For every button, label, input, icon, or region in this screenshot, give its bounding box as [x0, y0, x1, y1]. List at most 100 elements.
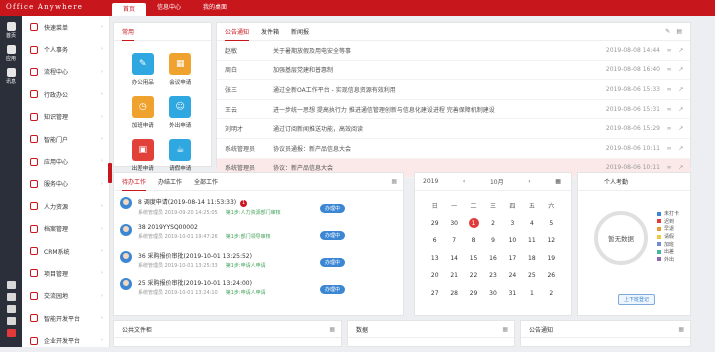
- rail-home[interactable]: 首页: [0, 22, 22, 39]
- calendar-day[interactable]: 5: [542, 215, 561, 233]
- calendar-day[interactable]: 25: [522, 267, 541, 285]
- calendar-day[interactable]: 22: [464, 267, 483, 285]
- more-icon[interactable]: ▤: [676, 28, 682, 35]
- sidebar-item-project[interactable]: 项目管理 ›: [22, 262, 109, 284]
- calendar-day[interactable]: 31: [503, 285, 522, 303]
- tab-all[interactable]: 全部工作: [194, 177, 218, 186]
- status-button[interactable]: 办理中: [319, 231, 345, 240]
- calendar-day[interactable]: 13: [425, 250, 444, 268]
- calendar-day[interactable]: 6: [425, 232, 444, 250]
- link-icon[interactable]: ∞: [667, 145, 672, 152]
- calendar-day[interactable]: 15: [464, 250, 483, 268]
- app-trip[interactable]: ▣ 出差申请: [124, 139, 162, 172]
- table-row[interactable]: 36 采购报价审批(2019-10-01 13:25:52) 系统管理员 2019…: [114, 245, 403, 272]
- sidebar-item-archive[interactable]: 档案管理 ›: [22, 218, 109, 240]
- table-row[interactable]: 38 2019YYSQ00002 系统管理员 2019-10-01 19:47:2…: [114, 218, 403, 245]
- app-office-supplies[interactable]: ✎ 办公用品: [124, 53, 162, 86]
- sidebar-item-enterprise-platform[interactable]: 企业开发平台 ›: [22, 329, 109, 351]
- grid-menu-icon[interactable]: ▦: [391, 178, 397, 185]
- link-icon[interactable]: ∞: [667, 125, 672, 132]
- file-icon[interactable]: [6, 293, 16, 301]
- app-out[interactable]: ☺ 外出申请: [162, 96, 200, 129]
- status-button[interactable]: 办理中: [319, 258, 345, 267]
- sidebar-item-apps[interactable]: 应用中心 ›: [22, 150, 109, 172]
- tab-todo[interactable]: 待办工作: [122, 177, 147, 191]
- app-leave[interactable]: ☕ 请假申请: [162, 139, 200, 172]
- calendar-day[interactable]: 14: [444, 250, 463, 268]
- sidebar-item-service[interactable]: 服务中心 ›: [22, 173, 109, 195]
- calendar-day[interactable]: 29: [464, 285, 483, 303]
- calendar-day[interactable]: 20: [425, 267, 444, 285]
- grid-menu-icon[interactable]: ▦: [502, 326, 508, 333]
- grid-menu-icon[interactable]: ▦: [678, 326, 684, 333]
- exit-icon[interactable]: [6, 329, 16, 337]
- status-button[interactable]: 办理中: [319, 204, 345, 213]
- sidebar-item-knowledge[interactable]: 知识管理 ›: [22, 106, 109, 128]
- sidebar-item-workflow[interactable]: 流程中心 ›: [22, 61, 109, 83]
- calendar-day[interactable]: 23: [483, 267, 502, 285]
- link-icon[interactable]: ∞: [667, 47, 672, 54]
- open-icon[interactable]: ↗: [678, 125, 683, 132]
- open-icon[interactable]: ↗: [678, 106, 683, 113]
- open-icon[interactable]: ↗: [678, 47, 683, 54]
- link-icon[interactable]: ∞: [667, 66, 672, 73]
- calendar-day[interactable]: 17: [503, 250, 522, 268]
- calendar-day[interactable]: 4: [522, 215, 541, 233]
- calendar-day[interactable]: 21: [444, 267, 463, 285]
- sidebar-item-hr[interactable]: 人力资源 ›: [22, 195, 109, 217]
- calendar-day[interactable]: 8: [464, 232, 483, 250]
- list-item[interactable]: 系统管理员 协议员通报：新产品信息大会 2019-08-06 10:11 ∞ ↗: [217, 139, 690, 159]
- calendar-day[interactable]: 2: [483, 215, 502, 233]
- sidebar-item-personal[interactable]: 个人事务 ›: [22, 38, 109, 60]
- list-item[interactable]: 赵敏 关于暑期放假及用电安全等事 2019-08-08 14:44 ∞ ↗: [217, 41, 690, 61]
- link-icon[interactable]: ∞: [667, 86, 672, 93]
- sidebar-item-admin[interactable]: 行政办公 ›: [22, 83, 109, 105]
- list-item[interactable]: 王云 进一步统一思想 提高执行力 推进通信管理创新与信息化建设进程 完善保障机制建…: [217, 100, 690, 120]
- rail-apps[interactable]: 应用: [0, 45, 22, 62]
- prev-month-button[interactable]: ‹: [463, 178, 465, 185]
- calendar-day[interactable]: 26: [542, 267, 561, 285]
- calendar-day[interactable]: 29: [425, 215, 444, 233]
- rail-messages[interactable]: 讯息: [0, 68, 22, 85]
- link-icon[interactable]: ∞: [667, 106, 672, 113]
- sidebar-item-forum[interactable]: 交流园地 ›: [22, 285, 109, 307]
- calendar-day[interactable]: 12: [542, 232, 561, 250]
- calendar-day[interactable]: 16: [483, 250, 502, 268]
- calendar-day[interactable]: 1: [464, 215, 483, 233]
- tab-my-desktop[interactable]: 我的桌面: [192, 0, 238, 16]
- clock-in-button[interactable]: 上下班登记: [618, 294, 656, 305]
- tab-notices[interactable]: 公告通知: [225, 27, 250, 41]
- sidebar-item-quick[interactable]: 快速菜单 ›: [22, 16, 109, 38]
- table-row[interactable]: 25 采购报价审批(2019-10-01 13:24:00) 系统管理员 2019…: [114, 272, 403, 299]
- download-icon[interactable]: [6, 305, 16, 313]
- edit-icon[interactable]: ✎: [665, 28, 670, 35]
- tab-outbox[interactable]: 发件箱: [261, 27, 279, 36]
- tab-news[interactable]: 新闻报: [291, 27, 309, 36]
- list-item[interactable]: 张三 通过全新OA工作平台 - 实现信息资源有效利用 2019-08-06 15:3…: [217, 80, 690, 100]
- list-item[interactable]: 刘明才 通过订阅新闻推送功能，高效阅读 2019-08-06 15:29 ∞ ↗: [217, 119, 690, 139]
- open-icon[interactable]: ↗: [678, 164, 683, 171]
- calendar-day[interactable]: 7: [444, 232, 463, 250]
- settings-icon[interactable]: [6, 317, 16, 325]
- calendar-day[interactable]: 1: [522, 285, 541, 303]
- status-button[interactable]: 办理中: [319, 285, 345, 294]
- calendar-day[interactable]: 30: [444, 215, 463, 233]
- grid-menu-icon[interactable]: ▦: [555, 178, 561, 185]
- calendar-day[interactable]: 11: [522, 232, 541, 250]
- link-icon[interactable]: ∞: [667, 164, 672, 171]
- calendar-day[interactable]: 28: [444, 285, 463, 303]
- tab-home[interactable]: 首页: [112, 3, 147, 16]
- calendar-day[interactable]: 24: [503, 267, 522, 285]
- list-item[interactable]: 周白 加强基层党建和普惠制 2019-08-08 16:40 ∞ ↗: [217, 61, 690, 81]
- tab-info-center[interactable]: 信息中心: [146, 0, 192, 16]
- sidebar-item-crm[interactable]: CRM系统 ›: [22, 240, 109, 262]
- grid-menu-icon[interactable]: ▦: [329, 326, 335, 333]
- calendar-day[interactable]: 27: [425, 285, 444, 303]
- calendar-day[interactable]: 3: [503, 215, 522, 233]
- app-meeting[interactable]: ▦ 会议申请: [162, 53, 200, 86]
- next-month-button[interactable]: ›: [528, 178, 530, 185]
- calendar-day[interactable]: 30: [483, 285, 502, 303]
- app-overtime[interactable]: ◷ 加班申请: [124, 96, 162, 129]
- calendar-day[interactable]: 19: [542, 250, 561, 268]
- sidebar-item-dev-platform[interactable]: 智能开发平台 ›: [22, 307, 109, 329]
